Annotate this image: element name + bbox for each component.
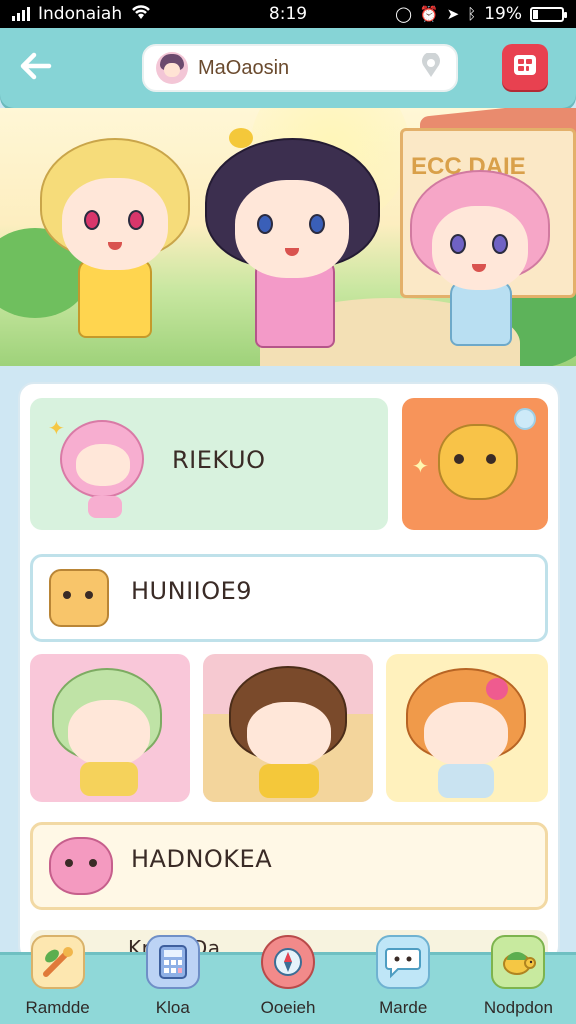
nav-item-ooeieh[interactable]: Ooeieh [230,935,345,1024]
sparkle-icon: ✦ [48,416,65,440]
cat-card[interactable]: ✦ [402,398,548,530]
do-not-disturb-icon: ◯ [395,5,412,23]
character-pink-hair[interactable] [410,170,550,355]
pink-blob-icon [49,837,113,895]
nav-label: Ramdde [25,998,90,1017]
nav-item-ramdde[interactable]: Ramdde [0,935,115,1024]
cat-icon [438,424,518,500]
signal-icon [12,7,30,21]
featured-card-label: RIEKUO [172,446,266,474]
calculator-icon [145,935,200,989]
back-button[interactable] [14,46,58,90]
chat-bubble-icon [376,935,431,989]
location-pin-icon[interactable] [418,51,444,83]
nav-label: Ooeieh [260,998,316,1017]
hero-banner: ECC DAIE [0,108,576,366]
menu-button[interactable] [502,44,548,90]
list-row-card[interactable]: HUNIIOE9 [30,554,548,642]
nav-item-marde[interactable]: Marde [346,935,461,1024]
flower-icon [486,678,508,700]
bubble-icon [514,408,536,430]
avatar [156,52,188,84]
compass-icon [261,935,315,989]
arrow-left-icon [20,52,52,84]
battery-icon [530,6,567,22]
top-app-bar: MaOaosin [0,28,576,108]
carrier-name: Indonaiah [38,4,123,24]
sparkle-icon: ✦ [412,454,429,478]
nav-label: Nodpdon [483,998,553,1017]
search-text: MaOaosin [198,56,290,79]
list-row-label: HUNIIOE9 [131,577,253,605]
featured-card[interactable]: ✦ RIEKUO [30,398,388,530]
alarm-icon: ⏰ [419,5,439,23]
grid-menu-icon [511,52,539,82]
status-bar: Indonaiah 8:19 ◯ ⏰ ➤ ᛒ 19% [0,0,576,28]
leaf-pencil-icon [30,935,85,989]
character-blonde[interactable] [40,138,190,358]
battery-percent: 19% [484,4,522,24]
turtle-icon [491,935,546,989]
character-card-brown[interactable] [203,654,373,802]
list-row-card-2[interactable]: HADNOKEA [30,822,548,910]
nav-label: Kloa [155,998,190,1017]
toast-icon [49,569,109,627]
location-arrow-icon: ➤ [446,5,460,23]
wifi-icon [130,4,152,25]
list-row-2-label: HADNOKEA [131,845,273,873]
character-card-green[interactable] [30,654,190,802]
bluetooth-icon: ᛒ [467,5,477,23]
bottom-nav: Ramdde Kloa Ooeieh Marde Nodpdon [0,935,576,1024]
character-card-orange[interactable] [386,654,548,802]
nav-item-nodpdon[interactable]: Nodpdon [461,935,576,1024]
nav-label: Marde [379,998,428,1017]
nav-item-kloa[interactable]: Kloa [115,935,230,1024]
character-dark-hair[interactable] [205,128,380,358]
search-bar[interactable]: MaOaosin [142,44,458,92]
